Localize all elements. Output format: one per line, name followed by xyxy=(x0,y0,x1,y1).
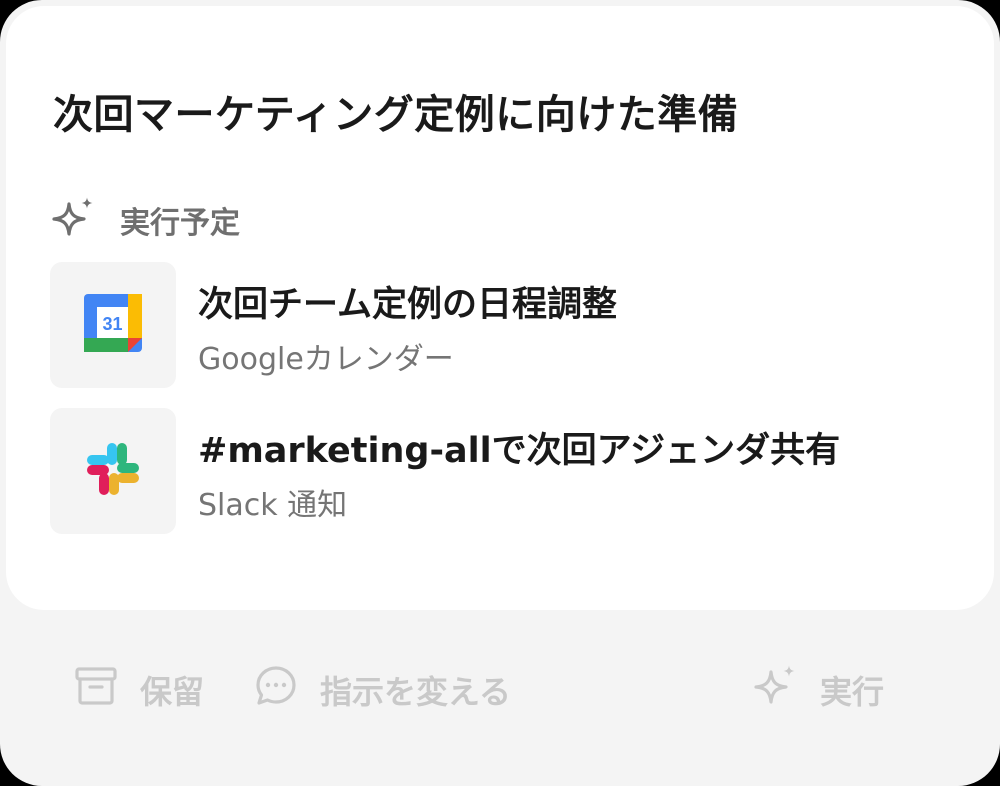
calendar-day-number: 31 xyxy=(102,314,122,334)
change-instructions-label: 指示を変える xyxy=(320,673,512,711)
scheduled-section-header: 実行予定 xyxy=(50,196,240,244)
task-subtitle: Slack 通知 xyxy=(198,488,348,523)
task-icon-tile: 31 xyxy=(50,262,176,388)
task-title: #marketing-allで次回アジェンダ共有 xyxy=(198,431,841,471)
change-instructions-button[interactable]: 指示を変える xyxy=(254,662,511,718)
execute-button-label: 実行 xyxy=(820,673,885,711)
section-label: 実行予定 xyxy=(120,206,240,241)
sparkle-icon xyxy=(752,664,798,716)
task-item-slack[interactable]: #marketing-allで次回アジェンダ共有 Slack 通知 xyxy=(50,408,950,534)
task-icon-tile xyxy=(50,408,176,534)
hold-button[interactable]: 保留 xyxy=(74,662,204,718)
archive-box-icon xyxy=(74,664,118,716)
slack-icon xyxy=(85,441,141,501)
task-item-calendar[interactable]: 31 次回チーム定例の日程調整 Googleカレンダー xyxy=(50,262,950,388)
task-title: 次回チーム定例の日程調整 xyxy=(198,285,617,325)
card-title: 次回マーケティング定例に向けた準備 xyxy=(53,92,739,138)
chat-bubble-icon xyxy=(254,664,298,716)
sparkle-icon xyxy=(50,196,96,244)
action-sheet: 次回マーケティング定例に向けた準備 実行予定 31 次回チーム定例の日程調整 G… xyxy=(0,0,1000,786)
task-subtitle: Googleカレンダー xyxy=(198,342,454,377)
execute-button[interactable]: 実行 xyxy=(752,662,884,718)
google-calendar-icon: 31 xyxy=(84,294,142,356)
hold-button-label: 保留 xyxy=(140,673,205,711)
plan-card: 次回マーケティング定例に向けた準備 実行予定 31 次回チーム定例の日程調整 G… xyxy=(6,6,994,610)
